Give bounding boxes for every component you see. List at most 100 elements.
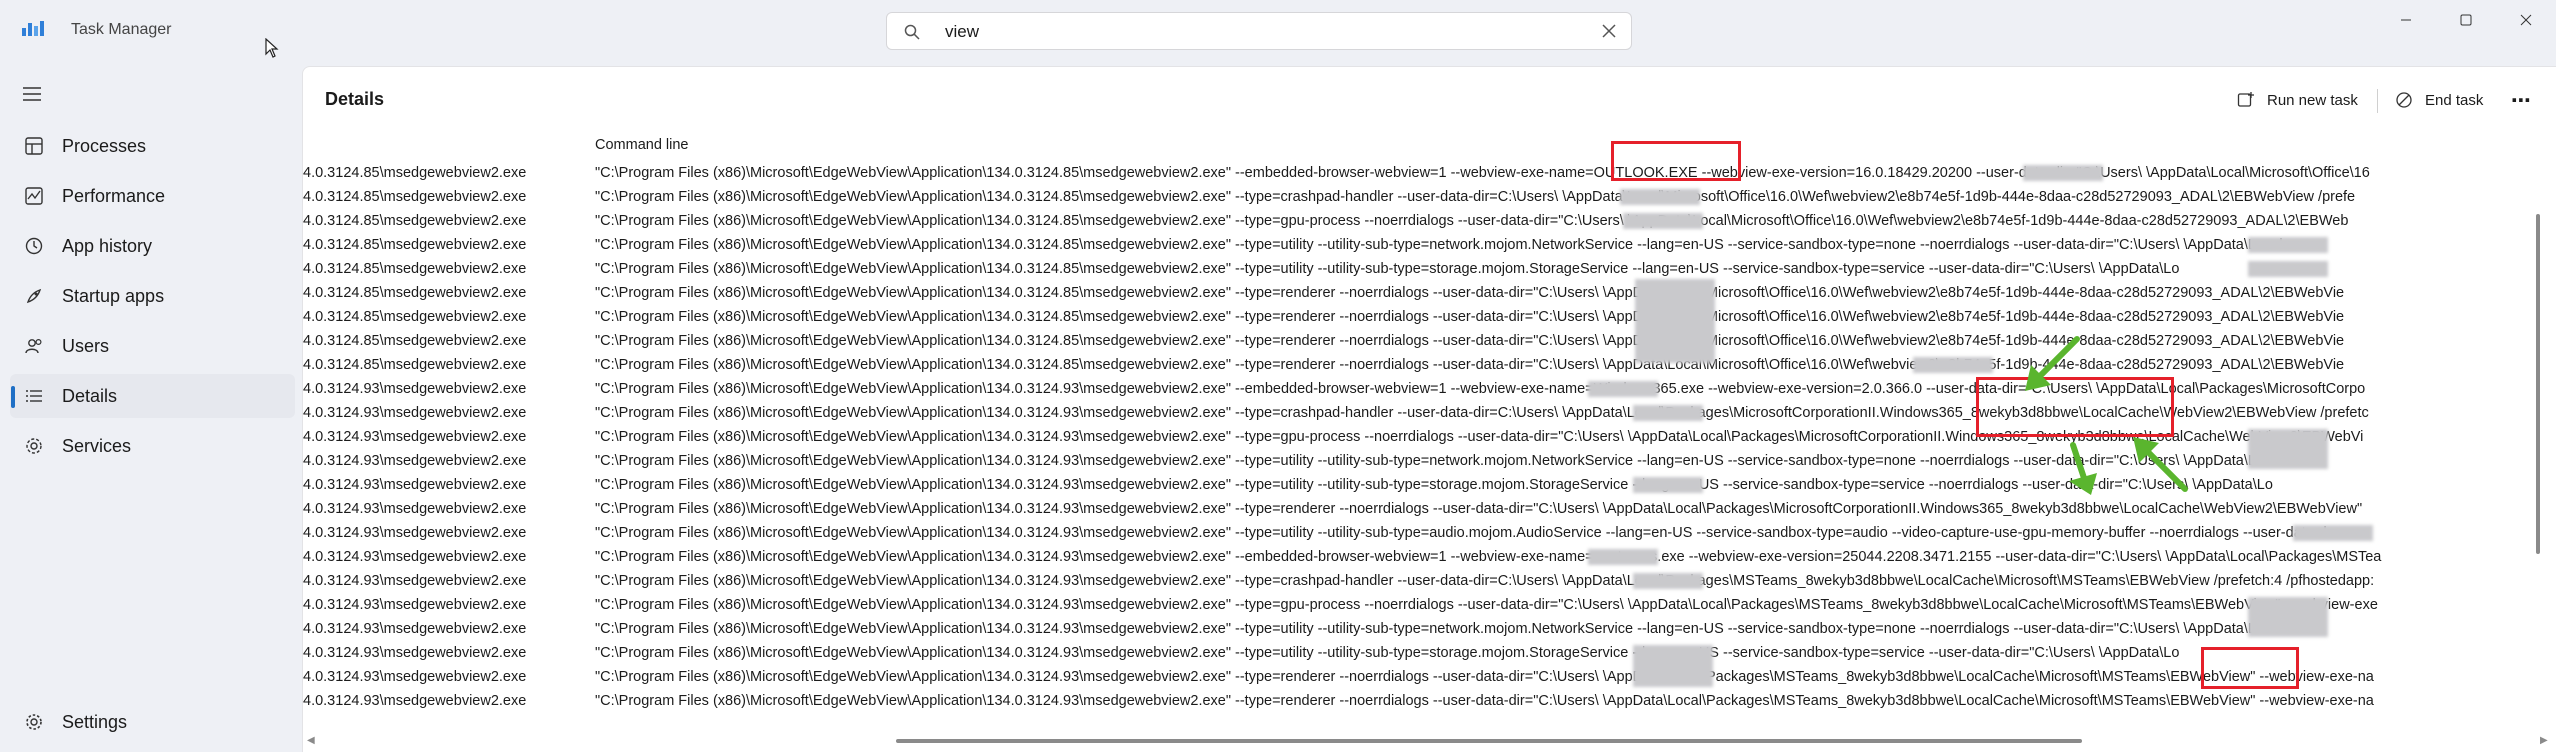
sidebar-item-label: App history [62,236,153,256]
sidebar-item-users[interactable]: Users [10,324,295,368]
redacted-username [2248,237,2328,253]
command-line-cell: "C:\Program Files (x86)\Microsoft\EdgeWe… [595,213,2349,229]
app-title: Task Manager [71,21,172,38]
process-name-cell: 4.0.3124.93\msedgewebview2.exe [303,429,527,445]
process-name-cell: 4.0.3124.93\msedgewebview2.exe [303,597,527,613]
sidebar-item-label: Users [62,336,110,356]
redacted-username [1588,381,1658,397]
table-row[interactable]: 4.0.3124.93\msedgewebview2.exe "C:\Progra… [303,473,2541,497]
end-task-icon [2396,92,2412,108]
command-line-cell: "C:\Program Files (x86)\Microsoft\EdgeWe… [595,165,2370,181]
command-line-cell: "C:\Program Files (x86)\Microsoft\EdgeWe… [595,285,2345,301]
table-row[interactable]: 4.0.3124.93\msedgewebview2.exe "C:\Progra… [303,569,2541,593]
redacted-username [1633,645,1713,687]
process-name-cell: 4.0.3124.93\msedgewebview2.exe [303,621,527,637]
table-row[interactable]: 4.0.3124.85\msedgewebview2.exe "C:\Progra… [303,233,2541,257]
details-icon [26,390,42,402]
process-name-cell: 4.0.3124.93\msedgewebview2.exe [303,381,527,397]
clear-search-icon[interactable] [1601,23,1617,39]
sidebar-item-details[interactable]: Details [10,374,295,418]
scroll-right-icon[interactable]: ▶ [2540,735,2548,746]
app-history-icon [25,237,43,255]
minimize-button[interactable] [2386,8,2426,32]
table-row[interactable]: 4.0.3124.93\msedgewebview2.exe "C:\Progra… [303,401,2541,425]
sidebar-item-processes[interactable]: Processes [10,124,295,168]
sidebar-item-label: Details [62,386,118,406]
details-table: Command line 4.0.3124.85\msedgewebview2.… [303,129,2541,739]
table-row[interactable]: 4.0.3124.85\msedgewebview2.exe "C:\Progra… [303,209,2541,233]
table-row[interactable]: 4.0.3124.93\msedgewebview2.exe "C:\Progra… [303,449,2541,473]
table-row[interactable]: 4.0.3124.93\msedgewebview2.exe "C:\Progra… [303,521,2541,545]
startup-apps-icon [26,288,42,304]
process-name-cell: 4.0.3124.85\msedgewebview2.exe [303,237,527,253]
table-row[interactable]: 4.0.3124.85\msedgewebview2.exe "C:\Progra… [303,329,2541,353]
process-name-cell: 4.0.3124.85\msedgewebview2.exe [303,285,527,301]
command-line-cell: "C:\Program Files (x86)\Microsoft\EdgeWe… [595,645,2180,661]
mouse-cursor-icon [265,38,279,58]
command-line-cell: "C:\Program Files (x86)\Microsoft\EdgeWe… [595,549,2382,565]
run-new-task-button[interactable]: Run new task [2237,85,2358,115]
process-name-cell: 4.0.3124.93\msedgewebview2.exe [303,573,527,589]
table-row[interactable]: 4.0.3124.93\msedgewebview2.exe "C:\Progra… [303,689,2541,713]
column-header-command-line[interactable]: Command line [595,137,689,153]
minimize-icon [2401,19,2411,21]
close-button[interactable] [2506,8,2546,32]
process-name-cell: 4.0.3124.93\msedgewebview2.exe [303,645,527,661]
end-task-button[interactable]: End task [2395,85,2483,115]
table-row[interactable]: 4.0.3124.85\msedgewebview2.exe "C:\Progra… [303,185,2541,209]
process-name-cell: 4.0.3124.85\msedgewebview2.exe [303,165,527,181]
run-new-task-label: Run new task [2267,91,2358,109]
process-name-cell: 4.0.3124.85\msedgewebview2.exe [303,213,527,229]
sidebar-item-app-history[interactable]: App history [10,224,295,268]
table-row[interactable]: 4.0.3124.85\msedgewebview2.exe "C:\Progra… [303,161,2541,185]
table-row[interactable]: 4.0.3124.93\msedgewebview2.exe "C:\Progra… [303,617,2541,641]
more-options-button[interactable]: ⋯ [2511,85,2531,115]
sidebar-item-services[interactable]: Services [10,424,295,468]
details-panel: Details Run new task End task ⋯ Command … [302,66,2556,752]
process-name-cell: 4.0.3124.85\msedgewebview2.exe [303,261,527,277]
redacted-username [1623,213,1703,229]
settings-label: Settings [62,712,128,732]
toolbar-divider [2377,89,2378,113]
sidebar-item-label: Startup apps [62,286,165,306]
command-line-cell: "C:\Program Files (x86)\Microsoft\EdgeWe… [595,309,2345,325]
table-row[interactable]: 4.0.3124.93\msedgewebview2.exe "C:\Progra… [303,545,2541,569]
table-row[interactable]: 4.0.3124.93\msedgewebview2.exe "C:\Progra… [303,377,2541,401]
table-row[interactable]: 4.0.3124.93\msedgewebview2.exe "C:\Progra… [303,497,2541,521]
table-row[interactable]: 4.0.3124.85\msedgewebview2.exe "C:\Progra… [303,281,2541,305]
process-name-cell: 4.0.3124.85\msedgewebview2.exe [303,333,527,349]
vertical-scrollbar[interactable] [2536,214,2540,554]
redacted-username [2248,261,2328,277]
redacted-username [1635,279,1715,363]
maximize-button[interactable] [2446,8,2486,32]
sidebar-item-performance[interactable]: Performance [10,174,295,218]
table-row[interactable]: 4.0.3124.85\msedgewebview2.exe "C:\Progra… [303,353,2541,377]
process-name-cell: 4.0.3124.85\msedgewebview2.exe [303,357,527,373]
table-row[interactable]: 4.0.3124.93\msedgewebview2.exe "C:\Progra… [303,593,2541,617]
command-line-cell: "C:\Program Files (x86)\Microsoft\EdgeWe… [595,237,2283,253]
table-row[interactable]: 4.0.3124.85\msedgewebview2.exe "C:\Progra… [303,257,2541,281]
sidebar-item-settings[interactable]: Settings [10,700,295,744]
highlight-outlook-exe [1611,141,1741,181]
command-line-cell: "C:\Program Files (x86)\Microsoft\EdgeWe… [595,477,2273,493]
search-box[interactable] [886,12,1632,50]
maximize-icon [2460,14,2472,26]
users-icon [25,338,42,354]
horizontal-scrollbar[interactable] [896,739,2082,743]
table-row[interactable]: 4.0.3124.85\msedgewebview2.exe "C:\Progra… [303,305,2541,329]
command-line-cell: "C:\Program Files (x86)\Microsoft\EdgeWe… [595,453,2283,469]
sidebar-item-startup-apps[interactable]: Startup apps [10,274,295,318]
process-name-cell: 4.0.3124.93\msedgewebview2.exe [303,693,527,709]
command-line-cell: "C:\Program Files (x86)\Microsoft\EdgeWe… [595,189,2356,205]
sidebar-item-label: Services [62,436,132,456]
table-row[interactable]: 4.0.3124.93\msedgewebview2.exe "C:\Progra… [303,425,2541,449]
hamburger-menu-icon[interactable] [22,86,42,102]
command-line-cell: "C:\Program Files (x86)\Microsoft\EdgeWe… [595,261,2180,277]
command-line-cell: "C:\Program Files (x86)\Microsoft\EdgeWe… [595,501,2363,517]
search-input[interactable] [943,20,1547,44]
green-arrow-icon [2025,336,2080,391]
scroll-left-icon[interactable]: ◀ [307,735,315,746]
process-name-cell: 4.0.3124.85\msedgewebview2.exe [303,309,527,325]
green-arrow-icon [2133,437,2188,492]
sidebar-item-label: Processes [62,136,147,156]
